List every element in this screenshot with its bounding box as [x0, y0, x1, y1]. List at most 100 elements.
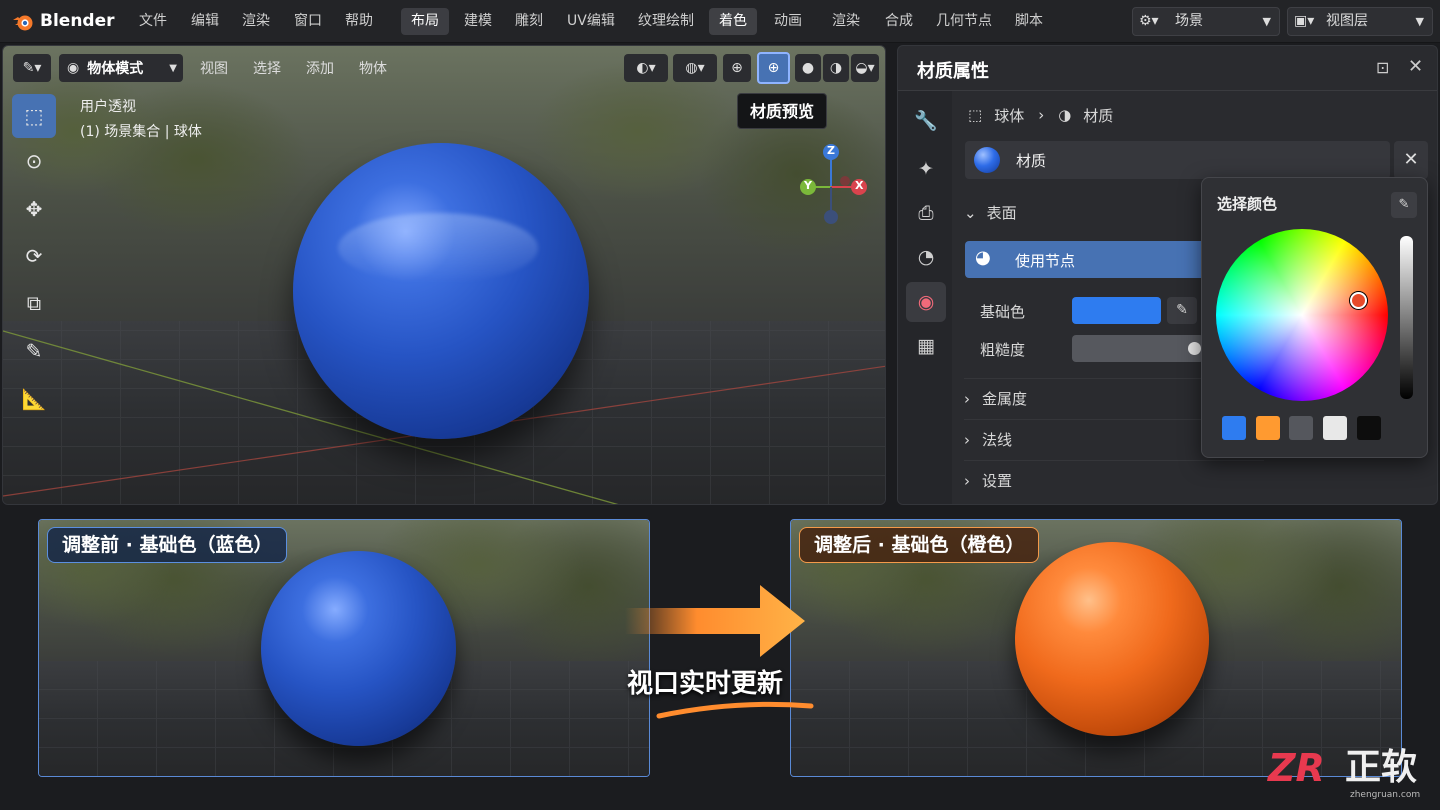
tab-material-icon[interactable]: ◉ [906, 282, 946, 322]
menu-object[interactable]: 物体 [356, 54, 390, 82]
before-blue-sphere [261, 551, 456, 746]
scale-tool-icon[interactable]: ⧉ [12, 281, 56, 325]
material-slot[interactable]: 材质 [965, 141, 1390, 179]
overlay-icon[interactable]: ◍▾ [673, 54, 717, 82]
sphere-reflection [338, 213, 538, 283]
material-preview-icon[interactable]: ⊕ [757, 52, 790, 84]
tab-animation[interactable]: 动画 [764, 8, 812, 35]
tab-render-icon[interactable]: ✦ [906, 149, 946, 189]
wireframe-shading-icon[interactable]: ⊕ [723, 54, 751, 82]
section-settings[interactable]: › 设置 [964, 460, 1264, 500]
menu-add[interactable]: 添加 [303, 54, 337, 82]
editor-type-button[interactable]: ✎▾ [13, 54, 51, 82]
chevron-down-icon: ▼ [1415, 15, 1424, 28]
maximize-icon[interactable]: ⊡ [1376, 58, 1389, 77]
surface-header[interactable]: ⌄ 表面 [964, 193, 1017, 233]
tooltip: 材质预览 [737, 93, 828, 129]
swatch-white[interactable] [1323, 416, 1347, 440]
section-settings-label: 设置 [982, 472, 1013, 490]
unlink-material-button[interactable]: ✕ [1394, 141, 1428, 179]
menu-view[interactable]: 视图 [197, 54, 231, 82]
color-picker-popup: 选择颜色 ✎ [1201, 177, 1428, 458]
before-label: 调整前 · 基础色（蓝色） [47, 527, 288, 563]
collection-info: (1) 场景集合 | 球体 [80, 124, 202, 140]
arrow-right-icon [625, 585, 805, 657]
gizmo-z-label: Z [827, 144, 835, 157]
tab-layout[interactable]: 布局 [401, 8, 449, 35]
panel-title: 材质属性 [917, 61, 989, 82]
select-tool-icon[interactable]: ⬚ [12, 94, 56, 138]
tab-texture-icon[interactable]: ▦ [906, 326, 946, 366]
section-metallic-label: 金属度 [982, 390, 1028, 408]
breadcrumb-material: 材质 [1083, 106, 1114, 125]
color-wheel-cursor[interactable] [1350, 292, 1367, 309]
menu-file[interactable]: 文件 [139, 0, 167, 43]
tab-rendering[interactable]: 渲染 [822, 8, 870, 35]
watermark-brand: 正软 [1345, 747, 1418, 788]
arrow-caption: 视口实时更新 [627, 669, 784, 699]
close-icon[interactable]: ✕ [1408, 56, 1423, 77]
eyedropper-button[interactable]: ✎ [1167, 297, 1197, 324]
after-label: 调整后 · 基础色（橙色） [799, 527, 1040, 563]
tab-sculpting[interactable]: 雕刻 [505, 8, 553, 35]
measure-tool-icon[interactable]: 📐 [12, 377, 56, 421]
roughness-slider[interactable] [1072, 335, 1204, 362]
rotate-tool-icon[interactable]: ⟳ [12, 234, 56, 278]
tab-output-icon[interactable]: ⎙ [906, 193, 946, 233]
swatch-gray[interactable] [1289, 416, 1313, 440]
menu-help[interactable]: 帮助 [345, 0, 373, 43]
watermark-logo-icon: ZR [1268, 746, 1325, 790]
tab-geometry-nodes[interactable]: 几何节点 [926, 8, 1002, 35]
menu-window[interactable]: 窗口 [294, 0, 322, 43]
object-icon: ⬚ [968, 106, 983, 124]
shading-options-icon[interactable]: ◒▾ [851, 54, 879, 82]
color-wheel[interactable] [1216, 229, 1388, 401]
tab-texture-paint[interactable]: 纹理绘制 [628, 8, 704, 35]
tab-modeling[interactable]: 建模 [454, 8, 502, 35]
roughness-label: 粗糙度 [980, 341, 1026, 359]
breadcrumb-object: 球体 [994, 106, 1025, 125]
node-icon: ◕ [975, 247, 991, 268]
scene-selector[interactable]: ⚙▾ 场景 ▼ [1132, 7, 1280, 36]
menu-render[interactable]: 渲染 [242, 0, 270, 43]
annotate-tool-icon[interactable]: ✎ [12, 329, 56, 373]
use-nodes-button[interactable]: ◕ 使用节点 [965, 241, 1205, 278]
menu-edit[interactable]: 编辑 [191, 0, 219, 43]
blender-logo-icon[interactable] [12, 11, 34, 33]
mode-label: 物体模式 [87, 61, 144, 77]
visibility-icon[interactable]: ◐▾ [624, 54, 668, 82]
tab-shading[interactable]: 着色 [709, 8, 757, 35]
move-tool-icon[interactable]: ✥ [12, 187, 56, 231]
cursor-tool-icon[interactable]: ⊙ [12, 139, 56, 183]
blue-sphere[interactable] [293, 143, 589, 439]
chevron-down-icon: ▼ [169, 62, 177, 74]
gizmo-y-label: Y [804, 179, 812, 192]
use-nodes-label: 使用节点 [1015, 252, 1076, 270]
tab-scripting[interactable]: 脚本 [1005, 8, 1053, 35]
rendered-shading-icon[interactable]: ◑ [823, 54, 849, 82]
material-icon: ◑ [1058, 106, 1072, 124]
roughness-handle[interactable] [1188, 342, 1201, 355]
menu-select[interactable]: 选择 [250, 54, 284, 82]
base-color-swatch[interactable] [1072, 297, 1161, 324]
chevron-right-icon: › [964, 472, 970, 490]
swatch-black[interactable] [1357, 416, 1381, 440]
tab-compositing[interactable]: 合成 [875, 8, 923, 35]
view-layer-value: 视图层 [1326, 13, 1368, 29]
swatch-orange[interactable] [1256, 416, 1280, 440]
tab-uv-editing[interactable]: UV编辑 [557, 8, 625, 35]
breadcrumb: ⬚ 球体 › ◑ 材质 [968, 103, 1113, 127]
material-preview-ball-icon [974, 147, 1000, 173]
tab-physics-icon[interactable]: ◔ [906, 237, 946, 277]
mode-selector[interactable]: ◉ 物体模式 ▼ [59, 54, 183, 82]
3d-viewport[interactable]: ✎▾ ◉ 物体模式 ▼ 视图 选择 添加 物体 ◐▾ ◍▾ ⊕ ⊕ ● ◑ ◒▾… [2, 45, 886, 505]
tab-tool-icon[interactable]: 🔧 [906, 100, 946, 140]
swatch-blue[interactable] [1222, 416, 1246, 440]
chevron-right-icon: › [964, 390, 970, 408]
solid-shading-icon[interactable]: ● [795, 54, 821, 82]
chevron-down-icon: ⌄ [964, 204, 977, 222]
value-slider[interactable] [1400, 236, 1413, 399]
view-layer-selector[interactable]: ▣▾ 视图层 ▼ [1287, 7, 1433, 36]
chevron-right-icon: › [964, 431, 970, 449]
picker-eyedropper-icon[interactable]: ✎ [1391, 192, 1417, 218]
